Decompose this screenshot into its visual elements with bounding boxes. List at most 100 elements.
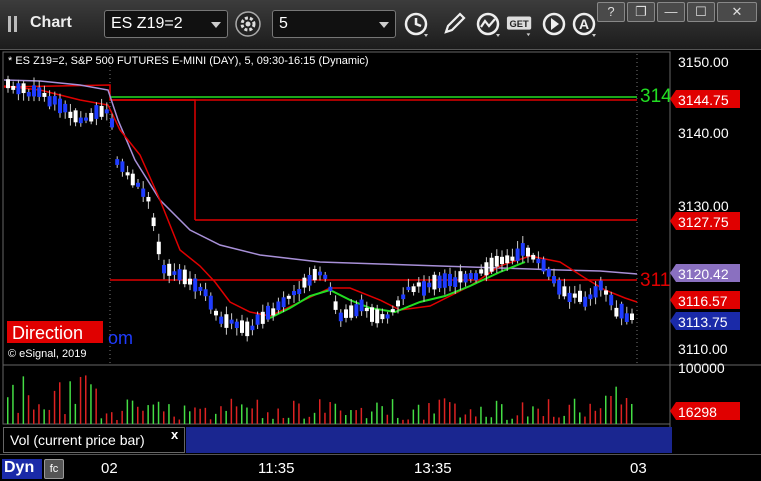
dynamic-mode-label[interactable]: Dyn: [2, 459, 42, 479]
get-data-button[interactable]: GET: [506, 10, 536, 38]
volume-bar: [376, 402, 378, 424]
candle-body: [141, 188, 146, 197]
candle-body: [427, 282, 432, 288]
volume-bar: [59, 382, 61, 424]
volume-panel-close-button[interactable]: x: [171, 427, 178, 442]
candle-body: [619, 303, 624, 319]
candle-body: [266, 305, 270, 320]
volume-bar: [79, 376, 82, 424]
volume-bar: [339, 410, 342, 424]
candle-body: [58, 98, 62, 114]
volume-bar: [537, 408, 539, 424]
volume-tag: 16298: [670, 402, 740, 420]
candle-body: [598, 280, 603, 291]
time-axis-label: 02: [101, 460, 118, 477]
play-button[interactable]: [540, 10, 568, 38]
settings-gear-button[interactable]: [234, 10, 262, 38]
volume-bar: [173, 416, 175, 424]
candle-body: [99, 105, 104, 117]
volume-bar: [131, 400, 134, 424]
candle-body: [578, 290, 582, 302]
candle-body: [562, 286, 567, 297]
candle-body: [344, 309, 348, 318]
volume-bar: [230, 398, 233, 424]
candle-body: [359, 299, 364, 312]
volume-bar: [350, 410, 352, 424]
volume-bar: [542, 416, 545, 424]
candle-body: [26, 92, 31, 97]
alert-button[interactable]: A: [570, 10, 598, 38]
candle-body: [6, 79, 10, 89]
candle-body: [630, 313, 634, 321]
volume-bar: [454, 403, 456, 424]
candle-body: [89, 113, 94, 122]
price-chart[interactable]: * ES Z19=2, S&P 500 FUTURES E-MINI (DAY)…: [0, 50, 761, 427]
volume-bar: [85, 375, 87, 424]
candle-body: [188, 278, 192, 285]
price-tag-upper-red: 3144.75: [670, 90, 740, 108]
candle-body: [448, 273, 452, 287]
volume-bar: [22, 376, 25, 424]
volume-bar: [511, 418, 513, 424]
candle-body: [552, 276, 556, 284]
candle-body: [401, 294, 406, 300]
title-bar: Chart ES Z19=2 5 GET A ? ❐ — ☐ ✕: [0, 0, 761, 50]
candle-body: [42, 92, 47, 97]
time-axis-label: 13:35: [414, 460, 452, 477]
candle-body: [302, 277, 307, 288]
candle-body: [214, 310, 218, 316]
candle-body: [411, 286, 416, 293]
volume-bar: [256, 399, 259, 424]
svg-text:3144.75: 3144.75: [678, 92, 729, 108]
price-tick-label: 3110.00: [678, 341, 728, 357]
candle-body: [390, 309, 395, 313]
minimize-button[interactable]: —: [657, 2, 685, 22]
interval-value: 5: [279, 15, 288, 32]
maximize-button[interactable]: ☐: [687, 2, 715, 22]
red-line-label: 311: [640, 270, 670, 291]
close-button[interactable]: ✕: [717, 2, 757, 22]
candle-body: [468, 273, 473, 280]
symbol-select[interactable]: ES Z19=2: [104, 10, 228, 38]
volume-bar: [610, 395, 612, 424]
volume-bar: [625, 398, 628, 424]
restore-button[interactable]: ❐: [627, 2, 655, 22]
studies-button[interactable]: [474, 10, 502, 38]
volume-bar: [225, 410, 227, 424]
volume-bar: [553, 416, 555, 424]
candle-body: [37, 87, 42, 97]
candle-body: [198, 286, 203, 291]
volume-panel-title[interactable]: Vol (current price bar): [3, 427, 185, 453]
volume-bar: [563, 415, 565, 424]
volume-bar: [594, 410, 597, 424]
volume-bar: [298, 403, 300, 424]
help-button[interactable]: ?: [597, 2, 625, 22]
candle-body: [557, 279, 562, 295]
volume-bar: [480, 406, 482, 424]
draw-tool-button[interactable]: [440, 10, 468, 38]
volume-bar: [423, 419, 425, 424]
volume-bar: [495, 400, 498, 424]
candle-body: [182, 269, 187, 285]
candle-body: [541, 259, 546, 272]
volume-bar: [220, 406, 222, 424]
volume-bar: [38, 404, 40, 424]
volume-bar: [371, 411, 373, 424]
volume-bar: [459, 417, 461, 424]
volume-bar: [417, 404, 420, 424]
candle-body: [494, 255, 499, 267]
time-button[interactable]: [402, 10, 430, 38]
svg-text:3127.75: 3127.75: [678, 214, 729, 230]
volume-bar: [121, 410, 123, 424]
volume-bar: [360, 407, 363, 424]
volume-bar: [126, 399, 129, 424]
candle-body: [47, 96, 52, 107]
symbol-value: ES Z19=2: [111, 15, 183, 32]
copyright-text: © eSignal, 2019: [8, 348, 86, 360]
interval-select[interactable]: 5: [272, 10, 396, 38]
volume-bar: [64, 414, 66, 424]
chart-app-icon: [6, 14, 26, 34]
candle-body: [162, 265, 166, 274]
formula-icon[interactable]: fc: [44, 459, 64, 479]
volume-bar: [163, 411, 165, 424]
